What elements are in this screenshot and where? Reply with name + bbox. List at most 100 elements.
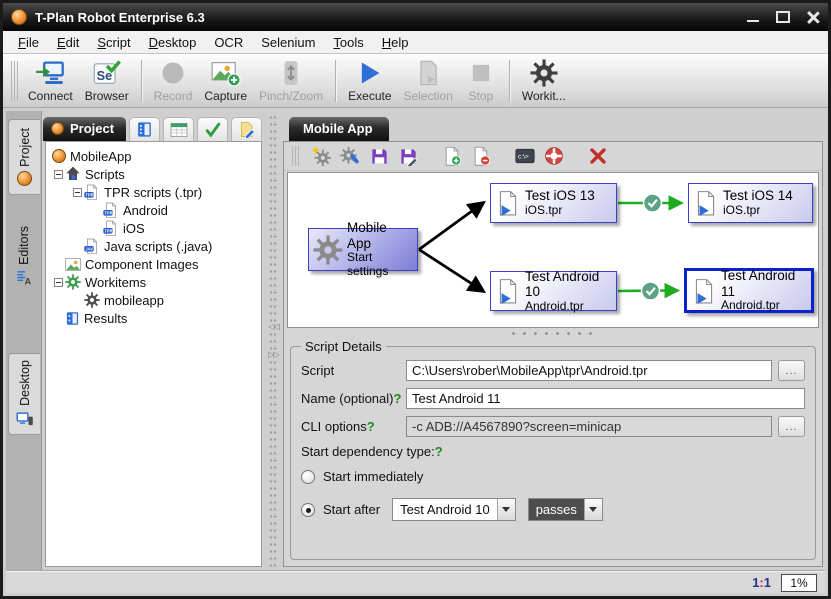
browser-button[interactable]: SeBrowser (79, 56, 135, 105)
workflow-node-android11[interactable]: Test Android 11Android.tpr (684, 268, 814, 313)
tree-expander-icon[interactable] (54, 278, 63, 287)
menu-edit[interactable]: Edit (48, 32, 88, 53)
side-tab-editors[interactable]: EditorsA (8, 223, 40, 289)
chevron-down-icon[interactable] (584, 499, 602, 520)
help-button[interactable] (543, 145, 565, 167)
horizontal-splitter[interactable] (284, 328, 822, 339)
table-icon (170, 122, 188, 138)
menu-script[interactable]: Script (88, 32, 139, 53)
pinch-zoom-button: Pinch/Zoom (253, 56, 329, 105)
menu-bar: FileEditScriptDesktopOCRSeleniumToolsHel… (3, 31, 828, 54)
tree-expander-icon[interactable] (73, 188, 82, 197)
add-script-button[interactable] (441, 145, 463, 167)
tree-item-mobileapp[interactable]: MobileApp (48, 147, 259, 165)
workflow-canvas[interactable]: Mobile AppStart settings Test iOS 13iOS.t… (287, 172, 819, 328)
workflow-node-start[interactable]: Mobile AppStart settings (308, 228, 418, 271)
node-subtitle: Android.tpr (721, 299, 807, 313)
name-help-icon[interactable]: ? (394, 391, 402, 406)
minimize-button[interactable] (746, 11, 760, 23)
start-after-radio[interactable] (301, 503, 315, 517)
cli-browse-button[interactable]: ... (778, 416, 805, 437)
tab-mobile-app[interactable]: Mobile App (289, 117, 389, 141)
toolbar-button-label: Stop (469, 89, 494, 103)
workflow-editor: c:\> Mobile AppStart settings Test iOS 13… (283, 141, 823, 567)
help-icon (544, 146, 564, 166)
workflow-node-ios13[interactable]: Test iOS 13iOS.tpr (490, 183, 617, 223)
workflow-node-android10[interactable]: Test Android 10Android.tpr (490, 271, 617, 311)
workit--button[interactable]: Workit... (516, 56, 572, 105)
start-after-condition-combo[interactable]: passes (528, 498, 603, 521)
capture-button[interactable]: Capture (198, 56, 253, 105)
delete-button[interactable] (587, 145, 609, 167)
toolbar-grip[interactable] (11, 61, 18, 101)
side-tab-project[interactable]: Project (8, 119, 40, 195)
menu-desktop[interactable]: Desktop (140, 32, 206, 53)
tab-check[interactable] (197, 117, 228, 141)
passed-check-icon (642, 282, 660, 300)
side-tab-desktop[interactable]: Desktop (8, 353, 40, 435)
tree-item-mobileapp[interactable]: mobileapp (48, 291, 259, 309)
tree-item-ios[interactable]: TPRiOS (48, 219, 259, 237)
remove-script-button[interactable] (470, 145, 492, 167)
tree-expander-icon[interactable] (54, 170, 63, 179)
script-path-input[interactable] (406, 360, 772, 381)
new-workitem-button[interactable] (310, 145, 332, 167)
configure-workitem-button[interactable] (339, 145, 361, 167)
splitter-collapse-right-icon[interactable]: ▷▷ (265, 350, 282, 359)
maximize-button[interactable] (776, 11, 790, 23)
tree-item-scripts[interactable]: Scripts (48, 165, 259, 183)
desktop-icon (16, 411, 34, 428)
mobile-app-tab-label: Mobile App (303, 121, 373, 136)
tree-item-component-images[interactable]: Component Images (48, 255, 259, 273)
cpu-load-indicator[interactable]: 1% (781, 574, 817, 592)
connect-button[interactable]: Connect (22, 56, 79, 105)
node-title: Test iOS 13 (525, 188, 595, 204)
cli-button[interactable]: c:\> (514, 145, 536, 167)
menu-help[interactable]: Help (373, 32, 418, 53)
tree-item-results[interactable]: Results (48, 309, 259, 327)
tree-item-workitems[interactable]: Workitems (48, 273, 259, 291)
tree-item-tpr-scripts-tpr-[interactable]: TPRTPR scripts (.tpr) (48, 183, 259, 201)
start-after-condition-value: passes (529, 499, 584, 520)
tab-notebook[interactable] (129, 117, 160, 141)
name-input[interactable] (406, 388, 805, 409)
tree-item-android[interactable]: TPRAndroid (48, 201, 259, 219)
main-toolbar: ConnectSeBrowserRecordCapturePinch/ZoomE… (3, 54, 828, 108)
tree-item-java-scripts-java-[interactable]: JAVJava scripts (.java) (48, 237, 259, 255)
chevron-down-icon[interactable] (497, 499, 515, 520)
save-as-button[interactable] (397, 145, 419, 167)
menu-tools[interactable]: Tools (324, 32, 372, 53)
title-bar: T-Plan Robot Enterprise 6.3 (3, 3, 828, 31)
save-icon (370, 147, 389, 166)
start-after-script-value: Test Android 10 (393, 499, 497, 520)
tab-project[interactable]: Project (43, 117, 126, 141)
selection-button: Selection (398, 56, 459, 105)
dependency-help-icon[interactable]: ? (435, 444, 443, 459)
side-tab-label: Project (18, 128, 32, 167)
script-doc-icon (691, 278, 717, 304)
project-panel: Project MobileAppScriptsTPRTPR scripts (… (43, 114, 264, 567)
node-subtitle: Android.tpr (525, 300, 612, 314)
workflow-toolbar-grip[interactable] (292, 146, 299, 166)
start-after-script-combo[interactable]: Test Android 10 (392, 498, 516, 521)
execute-button[interactable]: Execute (342, 56, 397, 105)
toolbar-separator (335, 60, 336, 102)
menu-file[interactable]: File (9, 32, 48, 53)
tab-edit[interactable] (231, 117, 262, 141)
cli-help-icon[interactable]: ? (367, 419, 375, 434)
check-icon (204, 122, 222, 138)
script-browse-button[interactable]: ... (778, 360, 805, 381)
start-immediately-label: Start immediately (323, 469, 423, 484)
script-doc-icon (693, 190, 719, 216)
tab-table[interactable] (163, 117, 194, 141)
menu-selenium[interactable]: Selenium (252, 32, 324, 53)
menu-ocr[interactable]: OCR (205, 32, 252, 53)
start-immediately-radio[interactable] (301, 470, 315, 484)
close-button[interactable] (806, 11, 820, 23)
vertical-splitter[interactable]: ◁◁ ▷▷ (264, 114, 283, 567)
toolbar-button-label: Pinch/Zoom (259, 89, 323, 103)
splitter-collapse-left-icon[interactable]: ◁◁ (265, 322, 282, 331)
workflow-node-ios14[interactable]: Test iOS 14iOS.tpr (688, 183, 813, 223)
save-button[interactable] (368, 145, 390, 167)
tpr-doc-icon: TPR (103, 202, 119, 218)
